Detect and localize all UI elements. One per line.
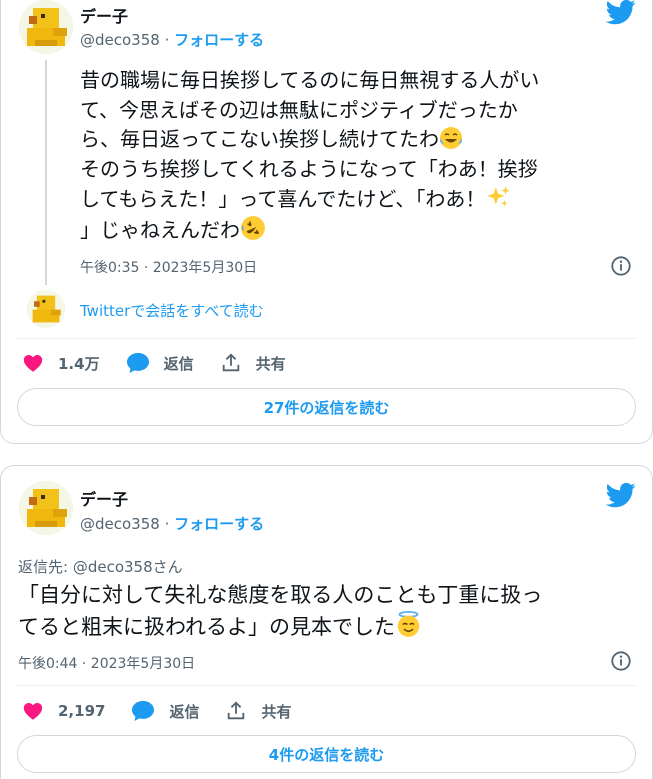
follow-button[interactable]: フォローする bbox=[174, 515, 264, 533]
info-icon[interactable] bbox=[610, 255, 632, 277]
duck-avatar-icon bbox=[27, 290, 65, 328]
tweet-timestamp[interactable]: 午後0:35 · 2023年5月30日 bbox=[80, 257, 257, 277]
tweet-actions: 1.4万 返信 共有 bbox=[22, 351, 312, 375]
reply-to-line: 返信先: @deco358さん bbox=[18, 556, 183, 577]
author-name[interactable]: デー子 bbox=[80, 3, 128, 27]
like-count: 2,197 bbox=[58, 702, 106, 720]
share-icon bbox=[222, 353, 239, 372]
read-replies-button[interactable]: 27件の返信を読む bbox=[17, 388, 636, 426]
author-handle[interactable]: @deco358 bbox=[80, 31, 160, 49]
duck-avatar-icon bbox=[19, 0, 73, 54]
info-icon[interactable] bbox=[610, 650, 632, 672]
tweet-actions: 2,197 返信 共有 bbox=[22, 699, 317, 723]
tweet-body: 「自分に対して失礼な態度を取る人のことも丁重に扱っ てると粗末に扱われるよ」の見… bbox=[18, 580, 542, 643]
like-count: 1.4万 bbox=[58, 354, 100, 373]
halo-smile-emoji-icon bbox=[397, 611, 420, 637]
tweet-line: 「自分に対して失礼な態度を取る人のことも丁重に扱っ bbox=[18, 583, 543, 607]
thread-line bbox=[45, 60, 47, 285]
reply-to-handle[interactable]: @deco358さん bbox=[73, 558, 183, 576]
reply-label: 返信 bbox=[163, 354, 194, 373]
divider bbox=[16, 685, 637, 686]
tweet-body: 昔の職場に毎日挨拶してるのに毎日無視する人がい て、今思えばその辺は無駄にポジテ… bbox=[80, 66, 539, 245]
conversation-avatar bbox=[27, 290, 65, 328]
divider bbox=[16, 338, 637, 339]
tweet-timestamp[interactable]: 午後0:44 · 2023年5月30日 bbox=[18, 653, 195, 673]
reply-to-prefix: 返信先: bbox=[18, 558, 73, 576]
share-label: 共有 bbox=[255, 354, 286, 373]
handle-separator: · bbox=[159, 31, 175, 49]
author-name[interactable]: デー子 bbox=[80, 486, 128, 510]
like-button[interactable]: 1.4万 bbox=[22, 352, 100, 374]
rolling-laughing-emoji-icon bbox=[241, 215, 265, 240]
tweet-line-text: てると粗末に扱われるよ」の見本でした bbox=[18, 615, 395, 639]
tears-of-joy-emoji-icon bbox=[440, 127, 462, 149]
share-icon bbox=[228, 701, 245, 720]
reply-bubble-icon bbox=[132, 701, 155, 721]
author-avatar[interactable] bbox=[19, 481, 73, 535]
handle-separator: · bbox=[159, 515, 175, 533]
author-avatar[interactable] bbox=[19, 0, 73, 54]
tweet-line-with-emoji: ら、毎日返ってこない挨拶し続けてたわ bbox=[80, 125, 539, 155]
author-handle-line: @deco358 · フォローする bbox=[80, 513, 264, 534]
sparkles-emoji-icon bbox=[487, 186, 511, 207]
tweet-line: そのうち挨拶してくれるようになって「わあ！挨拶 bbox=[80, 156, 538, 181]
reply-button[interactable]: 返信 bbox=[126, 352, 194, 374]
tweet-line-text: ら、毎日返ってこない挨拶し続けてたわ bbox=[80, 127, 439, 151]
share-button[interactable]: 共有 bbox=[225, 700, 291, 722]
tweet-line: て、今思えばその辺は無駄にポジティブだったか bbox=[80, 97, 518, 122]
tweet-line-text: 」じゃねえんだわ bbox=[80, 217, 240, 242]
tweet-line-with-emoji: してもらえた！」って喜んでたけど、「わあ！ bbox=[80, 184, 539, 215]
reply-bubble-icon bbox=[126, 353, 149, 373]
heart-icon bbox=[23, 703, 43, 720]
author-handle-line: @deco358 · フォローする bbox=[80, 29, 264, 50]
twitter-bird-icon[interactable] bbox=[606, 0, 636, 27]
tweet-line-with-emoji: 」じゃねえんだわ bbox=[80, 215, 539, 246]
reply-label: 返信 bbox=[169, 702, 200, 721]
reply-button[interactable]: 返信 bbox=[131, 700, 199, 722]
author-handle[interactable]: @deco358 bbox=[80, 515, 160, 533]
duck-avatar-icon bbox=[19, 481, 73, 535]
share-label: 共有 bbox=[261, 702, 292, 721]
tweet-line: 昔の職場に毎日挨拶してるのに毎日無視する人がい bbox=[80, 68, 540, 92]
read-replies-button[interactable]: 4件の返信を読む bbox=[17, 735, 636, 773]
twitter-bird-icon[interactable] bbox=[606, 480, 636, 510]
read-conversation-link[interactable]: Twitterで会話をすべて読む bbox=[80, 300, 264, 321]
heart-icon bbox=[23, 355, 43, 372]
like-button[interactable]: 2,197 bbox=[22, 700, 105, 722]
share-button[interactable]: 共有 bbox=[220, 352, 286, 374]
follow-button[interactable]: フォローする bbox=[174, 31, 264, 49]
tweet-line-with-emoji: てると粗末に扱われるよ」の見本でした bbox=[18, 611, 542, 643]
tweet-line-text: してもらえた！」って喜んでたけど、「わあ！ bbox=[80, 187, 486, 211]
